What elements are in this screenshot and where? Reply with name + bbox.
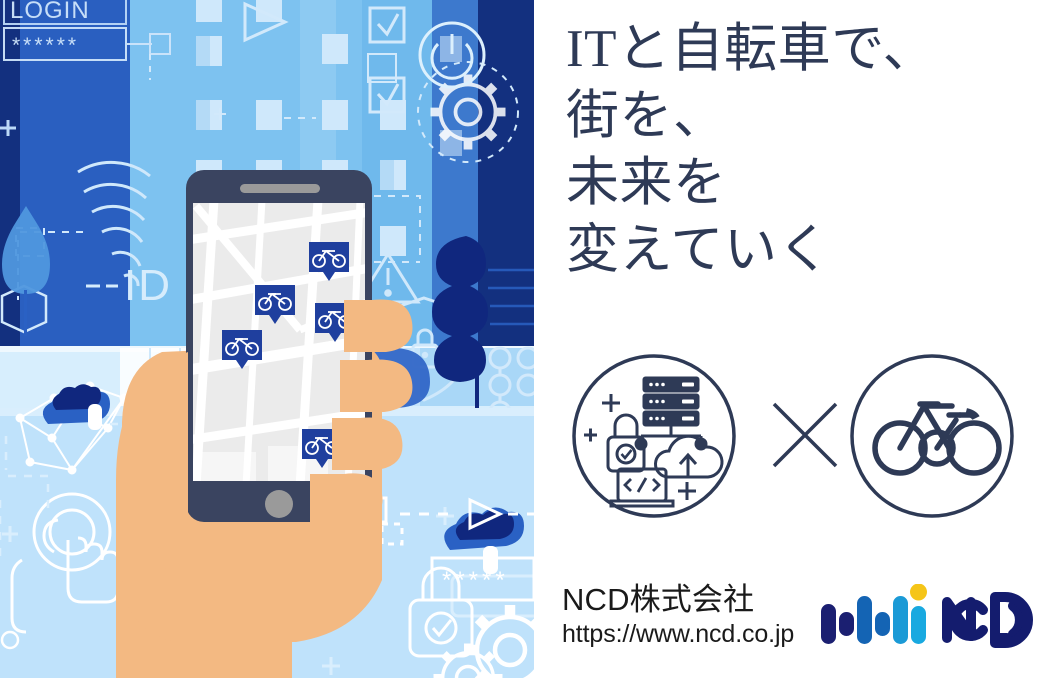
phone-speaker xyxy=(240,184,320,193)
illustration-panel: LOGIN ****** ID ***** xyxy=(0,0,534,678)
plus-icon xyxy=(602,394,620,412)
page-title: ITと自転車で、 街を、 未来を 変えていく xyxy=(566,20,937,280)
content-panel: ITと自転車で、 街を、 未来を 変えていく NCD株式会社 https://w… xyxy=(534,0,1060,678)
svg-text:LOGIN: LOGIN xyxy=(10,0,90,24)
bicycle-icon xyxy=(872,401,1002,476)
concept-badges xyxy=(558,352,1028,520)
footer: NCD株式会社 https://www.ncd.co.jp xyxy=(534,578,1060,668)
ncd-bar-mark xyxy=(821,583,927,644)
company-name: NCD株式会社 xyxy=(562,582,755,617)
multiply-icon xyxy=(768,398,842,472)
illustration-artwork: LOGIN ****** ID ***** xyxy=(0,0,534,678)
plus-icon xyxy=(678,482,696,500)
bicycle-circle xyxy=(848,352,1016,520)
svg-text:ID: ID xyxy=(124,261,172,310)
svg-text:******: ****** xyxy=(12,34,79,57)
company-url[interactable]: https://www.ncd.co.jp xyxy=(562,619,794,649)
thumb xyxy=(158,352,188,588)
bg-tower-d xyxy=(478,0,534,346)
ncd-logo xyxy=(819,583,1039,648)
company-info: NCD株式会社 https://www.ncd.co.jp xyxy=(562,582,794,649)
phone-home-button xyxy=(265,490,293,518)
it-technology-circle xyxy=(570,352,738,520)
plus-icon xyxy=(584,428,597,442)
poster-root: LOGIN ****** ID ***** ITと自転車で、 街を、 未来を 変… xyxy=(0,0,1060,678)
